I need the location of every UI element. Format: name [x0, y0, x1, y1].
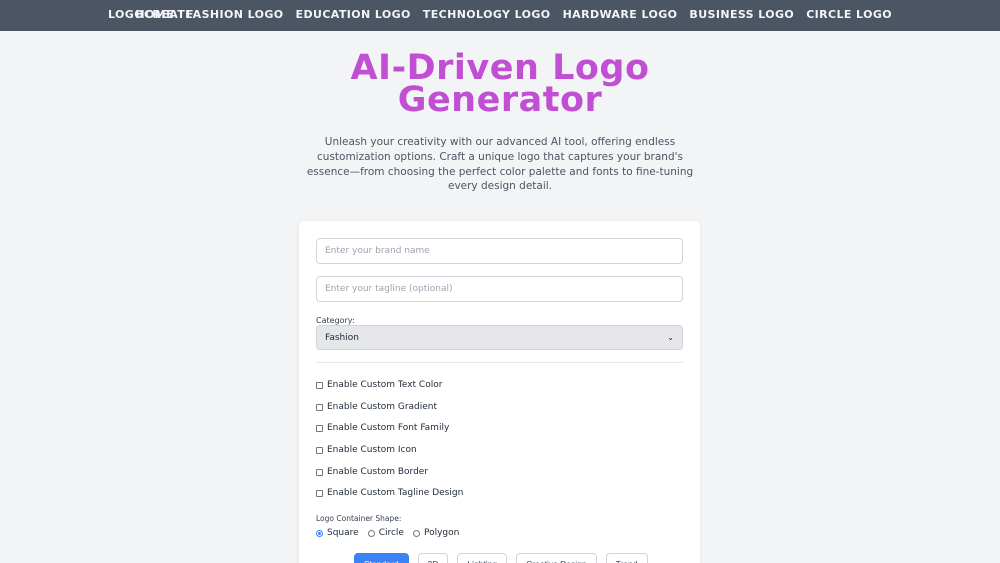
- radio-label: Square: [327, 528, 359, 538]
- custom-text-color-checkbox[interactable]: Enable Custom Text Color: [316, 380, 442, 390]
- custom-font-family-checkbox[interactable]: Enable Custom Font Family: [316, 423, 449, 433]
- custom-gradient-checkbox[interactable]: Enable Custom Gradient: [316, 402, 437, 412]
- custom-icon-checkbox[interactable]: Enable Custom Icon: [316, 445, 417, 455]
- style-tabs: Standard 3D Lighting Creative Design Tre…: [354, 553, 648, 563]
- checkbox-label: Enable Custom Border: [327, 467, 429, 477]
- checkbox-label: Enable Custom Icon: [327, 445, 417, 455]
- custom-border-checkbox[interactable]: Enable Custom Border: [316, 467, 428, 477]
- nav-link-hardware-logo[interactable]: HARDWARE LOGO: [563, 8, 678, 21]
- radio-button[interactable]: [412, 529, 420, 537]
- shape-option-circle[interactable]: Circle: [367, 528, 404, 538]
- radio-label: Polygon: [423, 528, 460, 538]
- radio-label: Circle: [378, 528, 404, 538]
- nav-link-business-logo[interactable]: BUSINESS LOGO: [689, 8, 794, 21]
- logo-generator-form: Category: Fashion ⌄ Enable Custom Text C…: [299, 221, 700, 563]
- shape-option-square[interactable]: Square: [316, 528, 359, 538]
- tab-lighting[interactable]: Lighting: [457, 553, 508, 563]
- chevron-down-icon: ⌄: [667, 333, 674, 342]
- tab-standard[interactable]: Standard: [354, 553, 409, 563]
- shape-radio-group: Square Circle Polygon: [316, 528, 468, 538]
- checkbox-box[interactable]: [316, 403, 323, 411]
- nav-link-home[interactable]: HOME: [135, 8, 174, 21]
- divider: [316, 362, 683, 363]
- nav-link-fashion-logo[interactable]: FASHION LOGO: [186, 8, 284, 21]
- page-title: AI-Driven Logo Generator: [350, 48, 650, 120]
- nav-link-education-logo[interactable]: EDUCATION LOGO: [296, 8, 411, 21]
- nav-link-technology-logo[interactable]: TECHNOLOGY LOGO: [423, 8, 551, 21]
- hero-section: AI-Driven Logo Generator Unleash your cr…: [0, 31, 1000, 196]
- category-select-value: Fashion: [325, 332, 359, 343]
- checkbox-label: Enable Custom Gradient: [327, 402, 438, 412]
- checkbox-box[interactable]: [316, 489, 323, 497]
- shape-label: Logo Container Shape:: [316, 514, 402, 523]
- checkbox-box[interactable]: [316, 424, 323, 432]
- brand-name-input[interactable]: [316, 238, 683, 264]
- tab-trend[interactable]: Trend: [605, 553, 648, 563]
- checkbox-box[interactable]: [316, 446, 323, 454]
- nav-link-circle-logo[interactable]: CIRCLE LOGO: [806, 8, 892, 21]
- top-navbar: LOGOCREATE HOME FASHION LOGO EDUCATION L…: [0, 0, 1000, 31]
- checkbox-box[interactable]: [316, 468, 323, 476]
- checkbox-label: Enable Custom Tagline Design: [327, 488, 464, 498]
- hero-description: Unleash your creativity with our advance…: [306, 136, 694, 193]
- tab-3d[interactable]: 3D: [417, 553, 449, 563]
- category-select[interactable]: Fashion ⌄: [316, 325, 683, 350]
- radio-button[interactable]: [316, 529, 323, 537]
- shape-option-polygon[interactable]: Polygon: [412, 528, 460, 538]
- category-label: Category:: [316, 316, 355, 325]
- radio-button[interactable]: [367, 529, 375, 537]
- tab-creative-design[interactable]: Creative Design: [516, 553, 597, 563]
- checkbox-label: Enable Custom Font Family: [327, 423, 450, 433]
- checkbox-box[interactable]: [316, 381, 323, 389]
- custom-tagline-design-checkbox[interactable]: Enable Custom Tagline Design: [316, 488, 463, 498]
- tagline-input[interactable]: [316, 276, 683, 302]
- nav-links: HOME FASHION LOGO EDUCATION LOGO TECHNOL…: [135, 8, 892, 21]
- checkbox-label: Enable Custom Text Color: [327, 380, 443, 390]
